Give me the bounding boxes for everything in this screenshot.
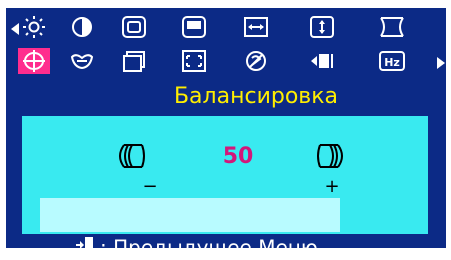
balance-left-icon [114, 142, 148, 174]
degauss-icon[interactable] [240, 48, 272, 74]
exit-door-icon [76, 235, 96, 260]
section-title: Балансировка [173, 84, 339, 109]
vertical-size-icon[interactable] [306, 14, 338, 40]
size-icon[interactable] [178, 14, 210, 40]
footer-label: : Предыдущее Меню [100, 235, 318, 260]
brightness-icon[interactable] [18, 14, 50, 40]
footer-bar[interactable]: : Предыдущее Меню [76, 234, 436, 260]
balance-value: 50 [222, 144, 254, 169]
pincushion-icon[interactable] [376, 14, 408, 40]
horizontal-size-icon[interactable] [240, 14, 272, 40]
parallelogram-icon[interactable] [66, 48, 98, 74]
increase-button[interactable]: + [312, 172, 352, 202]
balance-icon[interactable] [18, 48, 50, 74]
svg-text:Hz: Hz [384, 56, 400, 69]
osd-screen: Hz Балансировка 50 − +: Предыдущее Меню [0, 0, 451, 260]
position-icon[interactable] [118, 14, 150, 40]
zoom-icon[interactable] [178, 48, 210, 74]
decrease-button[interactable]: − [130, 172, 170, 202]
input-icon[interactable] [306, 48, 338, 74]
balance-right-icon [314, 142, 348, 174]
balance-adjust-area[interactable]: 50 − + [22, 116, 428, 234]
contrast-icon[interactable] [66, 14, 98, 40]
content-lower-highlight [40, 198, 340, 232]
tilt-icon[interactable] [118, 48, 150, 74]
frequency-icon[interactable]: Hz [376, 48, 408, 74]
next-page-arrow-icon[interactable] [436, 50, 446, 76]
osd-menu-panel: Hz Балансировка 50 − +: Предыдущее Меню [6, 8, 446, 260]
